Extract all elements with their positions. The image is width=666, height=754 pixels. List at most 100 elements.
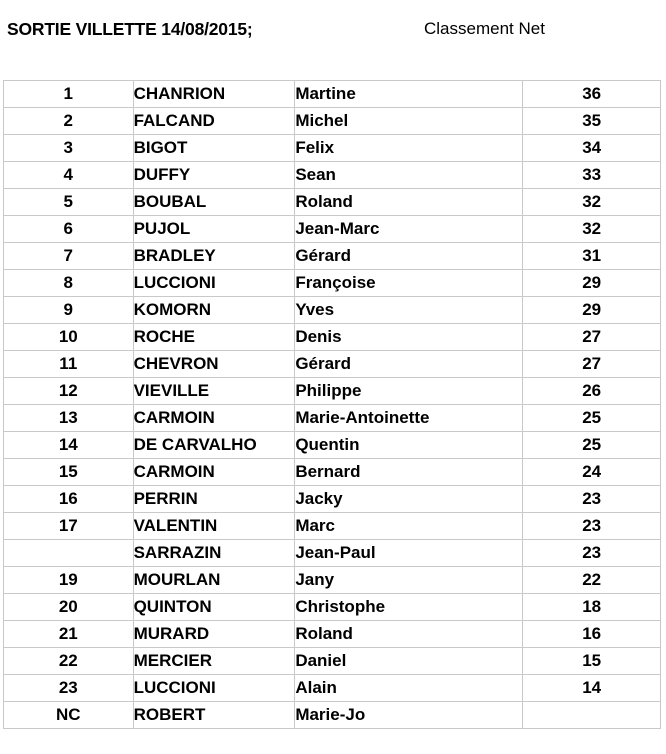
document-header: SORTIE VILLETTE 14/08/2015; Classement N…	[0, 0, 666, 80]
cell-score: 14	[522, 674, 661, 702]
cell-firstname: Roland	[294, 620, 524, 648]
cell-score: 26	[522, 377, 661, 405]
cell-lastname: CHEVRON	[132, 350, 296, 378]
cell-rank: 8	[3, 269, 134, 297]
cell-lastname: ROCHE	[132, 323, 296, 351]
cell-rank: 17	[3, 512, 134, 540]
cell-rank: 19	[3, 566, 134, 594]
table-row: 13 CARMOIN Marie-Antoinette 25	[3, 404, 661, 432]
table-row: SARRAZIN Jean-Paul 23	[3, 539, 661, 567]
table-row: NC ROBERT Marie-Jo	[3, 701, 661, 729]
cell-firstname: Daniel	[294, 647, 524, 675]
cell-firstname: Marc	[294, 512, 524, 540]
table-row: 3 BIGOT Felix 34	[3, 134, 661, 162]
cell-score: 32	[522, 215, 661, 243]
cell-lastname: PERRIN	[132, 485, 296, 513]
cell-rank: 10	[3, 323, 134, 351]
cell-score: 31	[522, 242, 661, 270]
cell-lastname: LUCCIONI	[132, 269, 296, 297]
cell-firstname: Alain	[294, 674, 524, 702]
cell-score: 23	[522, 485, 661, 513]
cell-lastname: QUINTON	[132, 593, 296, 621]
results-table-body: 1 CHANRION Martine 36 2 FALCAND Michel 35 3 BIGOT…	[3, 80, 661, 729]
cell-rank: 4	[3, 161, 134, 189]
cell-lastname: LUCCIONI	[132, 674, 296, 702]
cell-lastname: ROBERT	[132, 701, 296, 729]
table-row: 14 DE CARVALHO Quentin 25	[3, 431, 661, 459]
table-row: 17 VALENTIN Marc 23	[3, 512, 661, 540]
cell-firstname: Yves	[294, 296, 524, 324]
cell-rank: 15	[3, 458, 134, 486]
cell-rank: 14	[3, 431, 134, 459]
table-row: 22 MERCIER Daniel 15	[3, 647, 661, 675]
table-row: 12 VIEVILLE Philippe 26	[3, 377, 661, 405]
cell-firstname: Françoise	[294, 269, 524, 297]
cell-rank: 16	[3, 485, 134, 513]
classification-label: Classement Net	[424, 19, 545, 38]
table-row: 20 QUINTON Christophe 18	[3, 593, 661, 621]
cell-rank: 22	[3, 647, 134, 675]
cell-score: 36	[522, 80, 661, 108]
cell-lastname: BOUBAL	[132, 188, 296, 216]
cell-firstname: Philippe	[294, 377, 524, 405]
cell-firstname: Roland	[294, 188, 524, 216]
cell-lastname: FALCAND	[132, 107, 296, 135]
cell-firstname: Martine	[294, 80, 524, 108]
cell-firstname: Quentin	[294, 431, 524, 459]
table-row: 5 BOUBAL Roland 32	[3, 188, 661, 216]
cell-lastname: BIGOT	[132, 134, 296, 162]
table-row: 11 CHEVRON Gérard 27	[3, 350, 661, 378]
cell-score: 29	[522, 269, 661, 297]
cell-firstname: Jean-Paul	[294, 539, 524, 567]
cell-firstname: Bernard	[294, 458, 524, 486]
cell-rank	[3, 539, 134, 567]
cell-score: 16	[522, 620, 661, 648]
table-row: 6 PUJOL Jean-Marc 32	[3, 215, 661, 243]
cell-rank: 20	[3, 593, 134, 621]
cell-rank: 12	[3, 377, 134, 405]
table-row: 7 BRADLEY Gérard 31	[3, 242, 661, 270]
cell-lastname: DE CARVALHO	[132, 431, 296, 459]
results-table: 1 CHANRION Martine 36 2 FALCAND Michel 35 3 BIGOT…	[3, 80, 661, 729]
cell-score: 25	[522, 431, 661, 459]
cell-firstname: Gérard	[294, 350, 524, 378]
cell-lastname: MOURLAN	[132, 566, 296, 594]
table-row: 4 DUFFY Sean 33	[3, 161, 661, 189]
cell-lastname: MURARD	[132, 620, 296, 648]
table-row: 15 CARMOIN Bernard 24	[3, 458, 661, 486]
cell-score: 23	[522, 539, 661, 567]
table-row: 10 ROCHE Denis 27	[3, 323, 661, 351]
cell-lastname: CARMOIN	[132, 404, 296, 432]
table-row: 9 KOMORN Yves 29	[3, 296, 661, 324]
cell-score: 27	[522, 350, 661, 378]
cell-score: 24	[522, 458, 661, 486]
cell-rank: NC	[3, 701, 134, 729]
table-row: 16 PERRIN Jacky 23	[3, 485, 661, 513]
cell-lastname: BRADLEY	[132, 242, 296, 270]
cell-score: 15	[522, 647, 661, 675]
table-row: 8 LUCCIONI Françoise 29	[3, 269, 661, 297]
cell-rank: 7	[3, 242, 134, 270]
cell-rank: 5	[3, 188, 134, 216]
cell-firstname: Sean	[294, 161, 524, 189]
cell-score	[522, 701, 661, 729]
cell-firstname: Christophe	[294, 593, 524, 621]
table-row: 21 MURARD Roland 16	[3, 620, 661, 648]
cell-score: 25	[522, 404, 661, 432]
cell-lastname: CARMOIN	[132, 458, 296, 486]
cell-score: 32	[522, 188, 661, 216]
cell-firstname: Felix	[294, 134, 524, 162]
cell-score: 22	[522, 566, 661, 594]
table-row: 19 MOURLAN Jany 22	[3, 566, 661, 594]
cell-firstname: Marie-Jo	[294, 701, 524, 729]
cell-score: 23	[522, 512, 661, 540]
cell-firstname: Jany	[294, 566, 524, 594]
cell-lastname: PUJOL	[132, 215, 296, 243]
cell-lastname: MERCIER	[132, 647, 296, 675]
cell-lastname: VIEVILLE	[132, 377, 296, 405]
cell-firstname: Marie-Antoinette	[294, 404, 524, 432]
cell-score: 18	[522, 593, 661, 621]
cell-firstname: Jean-Marc	[294, 215, 524, 243]
cell-score: 35	[522, 107, 661, 135]
page-title: SORTIE VILLETTE 14/08/2015;	[7, 19, 253, 39]
